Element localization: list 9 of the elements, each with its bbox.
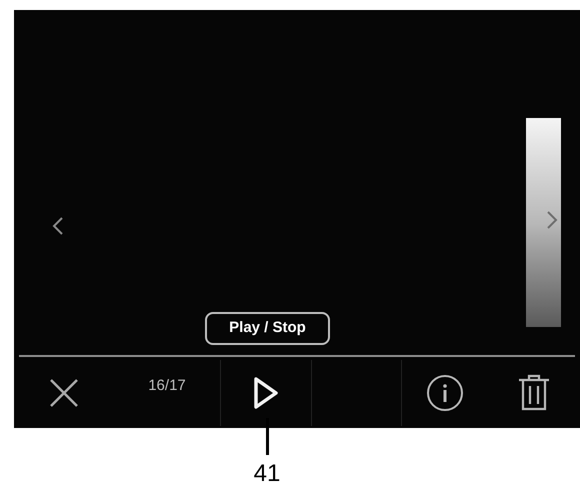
trash-icon[interactable]	[517, 374, 551, 412]
image-counter: 16/17	[147, 376, 187, 396]
chevron-right-icon[interactable]	[546, 210, 558, 230]
info-icon[interactable]	[426, 374, 464, 412]
close-icon[interactable]	[49, 378, 79, 408]
chevron-left-icon[interactable]	[52, 216, 64, 236]
play-icon[interactable]	[252, 374, 280, 410]
play-stop-button[interactable]: Play / Stop	[205, 312, 330, 345]
callout-number: 41	[254, 459, 280, 489]
